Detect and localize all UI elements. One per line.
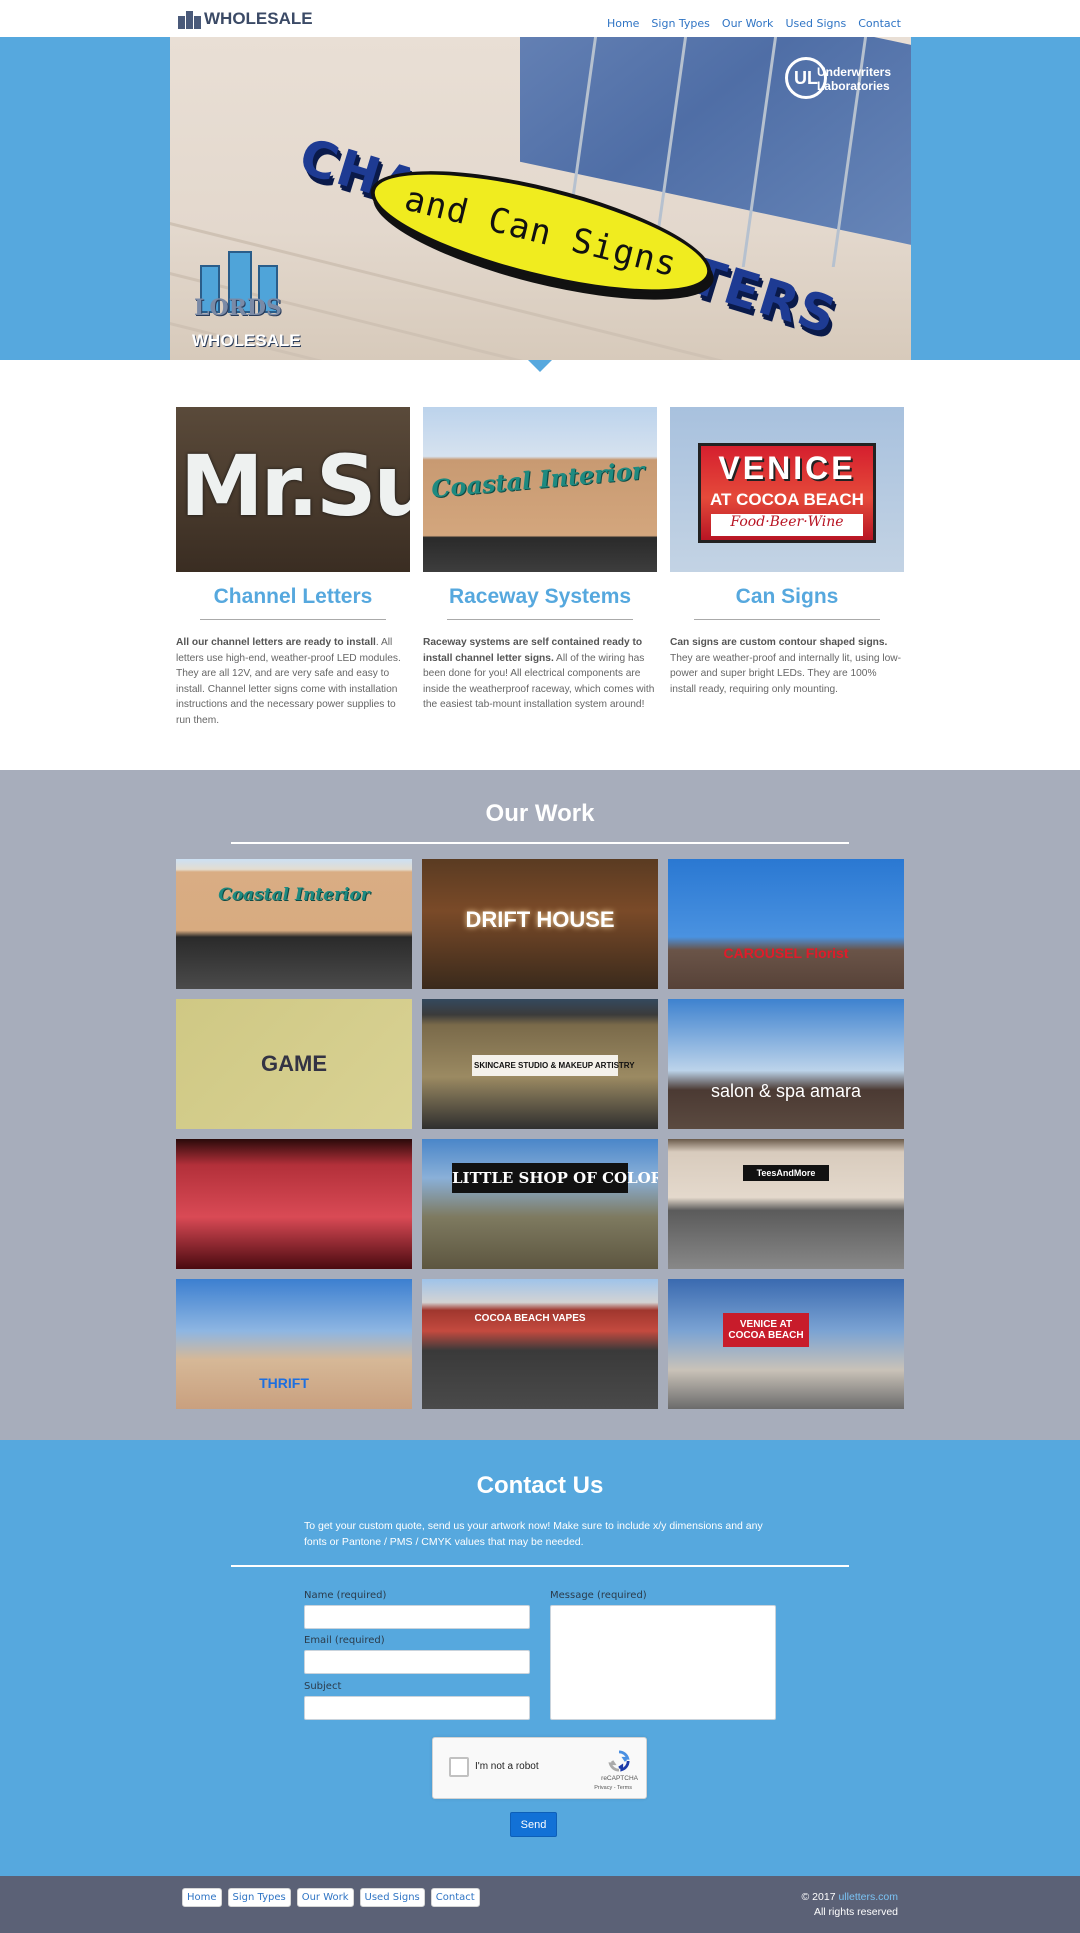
message-field[interactable] (550, 1605, 776, 1720)
divider (447, 619, 633, 620)
raceway-systems-photo: Coastal Interior (423, 407, 657, 572)
work-gallery: Coastal Interior DRIFT HOUSE CAROUSEL Fl… (176, 859, 904, 1409)
gallery-photo[interactable]: SKINCARE STUDIO & MAKEUP ARTISTRY (422, 999, 658, 1129)
logo-text: WHOLESALE (204, 9, 313, 28)
gallery-photo[interactable]: VENICE AT COCOA BEACH (668, 1279, 904, 1409)
feature-title: Can Signs (735, 585, 839, 608)
recaptcha-widget: I'm not a robot reCAPTCHA Privacy - Term… (432, 1737, 647, 1799)
feature-description: Raceway systems are self contained ready… (423, 637, 655, 710)
gallery-photo[interactable] (176, 1139, 412, 1269)
feature-description: All our channel letters are ready to ins… (176, 637, 401, 726)
recaptcha-brand: reCAPTCHA (601, 1775, 638, 1782)
recaptcha-terms[interactable]: Privacy - Terms (594, 1785, 632, 1791)
nav-link-used-signs[interactable]: Used Signs (785, 17, 846, 30)
nav-link-sign-types[interactable]: Sign Types (651, 17, 710, 30)
ul-text: Underwriters Laboratories (816, 65, 891, 93)
gallery-photo[interactable]: THRIFT (176, 1279, 412, 1409)
our-work-section: Our Work Coastal Interior DRIFT HOUSE CA… (0, 770, 1080, 1440)
nav-link-contact[interactable]: Contact (858, 17, 901, 30)
message-label: Message (required) (550, 1590, 647, 1601)
gallery-photo[interactable]: DRIFT HOUSE (422, 859, 658, 989)
gallery-photo[interactable]: COCOA BEACH VAPES (422, 1279, 658, 1409)
feature-channel-letters: Mr.Su Channel Letters All our channel le… (176, 407, 410, 728)
sign-lords-brand-logo: LORDS WHOLESALE (192, 243, 301, 353)
section-title: Our Work (485, 800, 595, 827)
copyright: © 2017 ulletters.com All rights reserved (801, 1891, 898, 1918)
recaptcha-checkbox[interactable] (449, 1757, 469, 1777)
gallery-photo[interactable]: TeesAndMore (668, 1139, 904, 1269)
hero-oval-text: and Can Signs (400, 178, 682, 286)
gallery-photo[interactable]: Coastal Interior (176, 859, 412, 989)
footer-links: Home Sign Types Our Work Used Signs Cont… (182, 1888, 480, 1907)
recaptcha-logo-icon (608, 1750, 630, 1772)
footer-link-home[interactable]: Home (182, 1888, 222, 1907)
divider (694, 619, 880, 620)
nav-link-home[interactable]: Home (607, 17, 639, 30)
sign-types-section: Mr.Su Channel Letters All our channel le… (176, 407, 904, 728)
email-field[interactable] (304, 1650, 530, 1674)
contact-section: Contact Us To get your custom quote, sen… (0, 1440, 1080, 1876)
footer-link-contact[interactable]: Contact (430, 1888, 480, 1907)
send-button[interactable]: Send (510, 1812, 557, 1837)
name-field[interactable] (304, 1605, 530, 1629)
section-title: Contact Us (476, 1472, 604, 1499)
subject-label: Subject (304, 1681, 342, 1692)
site-footer: Home Sign Types Our Work Used Signs Cont… (0, 1876, 1080, 1933)
feature-can-signs: VENICE AT COCOA BEACH Food·Beer·Wine Can… (670, 407, 904, 728)
divider (200, 619, 386, 620)
channel-letters-photo: Mr.Su (176, 407, 410, 572)
castle-logo-icon (177, 9, 201, 29)
feature-description: Can signs are custom contour shaped sign… (670, 637, 902, 695)
can-signs-photo: VENICE AT COCOA BEACH Food·Beer·Wine (670, 407, 904, 572)
feature-title: Channel Letters (213, 585, 373, 608)
gallery-photo[interactable]: CAROUSEL Florist (668, 859, 904, 989)
rights-text: All rights reserved (813, 1906, 898, 1918)
footer-link-sign-types[interactable]: Sign Types (227, 1888, 291, 1907)
copyright-link[interactable]: ulletters.com (838, 1891, 898, 1903)
name-label: Name (required) (304, 1590, 387, 1601)
footer-link-our-work[interactable]: Our Work (296, 1888, 354, 1907)
feature-raceway-systems: Coastal Interior Raceway Systems Raceway… (423, 407, 657, 728)
top-nav: WHOLESALE Home Sign Types Our Work Used … (0, 0, 1080, 37)
nav-link-our-work[interactable]: Our Work (722, 17, 774, 30)
gallery-photo[interactable]: GAME (176, 999, 412, 1129)
footer-link-used-signs[interactable]: Used Signs (359, 1888, 425, 1907)
recaptcha-label: I'm not a robot (475, 1761, 539, 1772)
divider (231, 842, 849, 844)
contact-intro: To get your custom quote, send us your a… (304, 1520, 763, 1548)
nav-links: Home Sign Types Our Work Used Signs Cont… (607, 17, 901, 30)
brand-bottom-text: WHOLESALE (192, 331, 301, 350)
site-logo[interactable]: WHOLESALE (177, 8, 313, 30)
brand-mid-text: LORDS (194, 295, 282, 321)
email-label: Email (required) (304, 1635, 385, 1646)
hero-banner: UL UnderwritersLaboratories CHANNEL LETT… (170, 37, 911, 360)
divider (231, 1565, 849, 1567)
gallery-photo[interactable]: LITTLE SHOP OF COLORS TATTOO (422, 1139, 658, 1269)
gallery-photo[interactable]: salon & spa amara (668, 999, 904, 1129)
hero-pointer-arrow (528, 360, 552, 372)
subject-field[interactable] (304, 1696, 530, 1720)
feature-title: Raceway Systems (448, 585, 632, 608)
